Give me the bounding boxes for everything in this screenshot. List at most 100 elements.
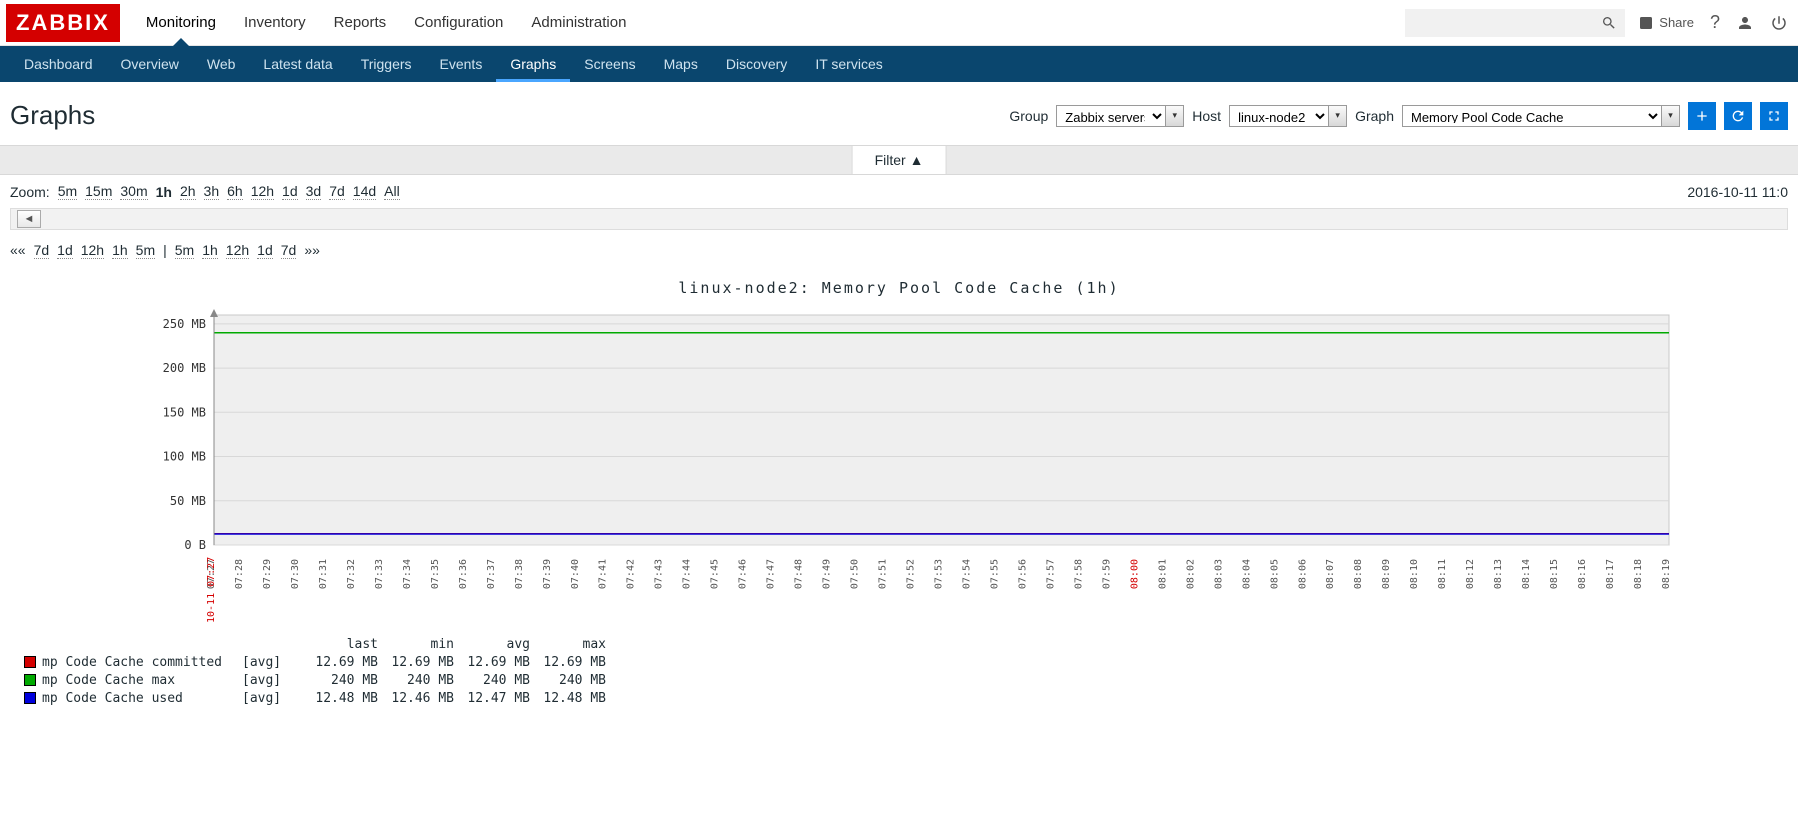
chart-svg: 0 B50 MB100 MB150 MB200 MB250 MB07:2707:… <box>119 305 1679 625</box>
user-icon[interactable] <box>1736 14 1754 32</box>
chart-legend: lastminavgmaxmp Code Cache committed[avg… <box>0 625 1798 717</box>
header-row: Graphs Group Zabbix servers ▾ Host linux… <box>0 82 1798 145</box>
topnav-configuration[interactable]: Configuration <box>400 0 517 45</box>
svg-text:07:52: 07:52 <box>906 559 917 589</box>
subnav-it-services[interactable]: IT services <box>801 46 896 82</box>
refresh-button[interactable] <box>1724 102 1752 130</box>
share-button[interactable]: Share <box>1637 14 1694 32</box>
search-input[interactable] <box>1405 9 1625 37</box>
zoom-1d[interactable]: 1d <box>282 183 298 200</box>
dropdown-arrow-icon[interactable]: ▾ <box>1166 105 1184 127</box>
power-icon[interactable] <box>1770 14 1788 32</box>
svg-text:08:16: 08:16 <box>1577 559 1588 589</box>
topnav-administration[interactable]: Administration <box>517 0 640 45</box>
shift-right-12h[interactable]: 12h <box>226 242 249 259</box>
svg-text:07:48: 07:48 <box>794 559 805 589</box>
graph-select[interactable]: Memory Pool Code Cache <box>1402 105 1662 127</box>
zoom-row: Zoom:5m15m30m1h2h3h6h12h1d3d7d14dAll 201… <box>0 175 1798 208</box>
zabbix-icon <box>1637 14 1655 32</box>
svg-text:07:36: 07:36 <box>458 559 469 589</box>
dropdown-arrow-icon[interactable]: ▾ <box>1329 105 1347 127</box>
subnav-dashboard[interactable]: Dashboard <box>10 46 107 82</box>
zoom-14d[interactable]: 14d <box>353 183 376 200</box>
subnav-latest-data[interactable]: Latest data <box>249 46 346 82</box>
svg-text:07:55: 07:55 <box>989 559 1000 589</box>
subnav-graphs[interactable]: Graphs <box>496 46 570 82</box>
fullscreen-button[interactable] <box>1760 102 1788 130</box>
subnav-events[interactable]: Events <box>426 46 497 82</box>
shift-row: ««7d1d12h1h5m|5m1h12h1d7d»» <box>0 236 1798 269</box>
subnav-triggers[interactable]: Triggers <box>347 46 426 82</box>
search-icon <box>1601 15 1617 31</box>
svg-text:07:39: 07:39 <box>542 559 553 589</box>
help-icon[interactable]: ? <box>1710 12 1720 33</box>
svg-text:250 MB: 250 MB <box>163 317 206 331</box>
zoom-5m[interactable]: 5m <box>58 183 77 200</box>
shift-left-5m[interactable]: 5m <box>136 242 155 259</box>
subnav-web[interactable]: Web <box>193 46 250 82</box>
time-scrollbar[interactable]: ◄ <box>10 208 1788 230</box>
zoom-12h[interactable]: 12h <box>251 183 274 200</box>
zoom-1h[interactable]: 1h <box>156 184 172 200</box>
logo[interactable]: ZABBIX <box>6 4 120 42</box>
chart-area: linux-node2: Memory Pool Code Cache (1h)… <box>0 269 1798 727</box>
svg-text:07:29: 07:29 <box>262 559 273 589</box>
zoom-7d[interactable]: 7d <box>329 183 345 200</box>
subnav-maps[interactable]: Maps <box>650 46 712 82</box>
top-icons: Share ? <box>1637 12 1788 33</box>
dropdown-arrow-icon[interactable]: ▾ <box>1662 105 1680 127</box>
shift-left-12h[interactable]: 12h <box>81 242 104 259</box>
legend-max: 12.69 MB <box>530 655 606 670</box>
shift-left-all[interactable]: «« <box>10 242 26 259</box>
shift-right-7d[interactable]: 7d <box>281 242 297 259</box>
svg-text:08:15: 08:15 <box>1549 559 1560 589</box>
topnav-monitoring[interactable]: Monitoring <box>132 0 230 45</box>
shift-right-5m[interactable]: 5m <box>175 242 194 259</box>
legend-name: mp Code Cache used <box>42 691 242 706</box>
svg-text:0 B: 0 B <box>184 538 206 552</box>
svg-text:07:46: 07:46 <box>738 559 749 589</box>
scroll-handle-left[interactable]: ◄ <box>17 210 41 228</box>
svg-text:08:18: 08:18 <box>1633 559 1644 589</box>
legend-row: mp Code Cache max[avg]240 MB240 MB240 MB… <box>24 671 1798 689</box>
legend-last: 240 MB <box>302 673 378 688</box>
zoom-15m[interactable]: 15m <box>85 183 112 200</box>
legend-agg: [avg] <box>242 691 302 706</box>
zoom-3d[interactable]: 3d <box>306 183 322 200</box>
legend-agg: [avg] <box>242 673 302 688</box>
svg-text:08:17: 08:17 <box>1605 559 1616 589</box>
host-select[interactable]: linux-node2 <box>1229 105 1329 127</box>
graph-label: Graph <box>1355 108 1394 124</box>
svg-text:08:00: 08:00 <box>1129 559 1140 589</box>
svg-text:07:40: 07:40 <box>570 559 581 589</box>
shift-left-1h[interactable]: 1h <box>112 242 128 259</box>
zoom-2h[interactable]: 2h <box>180 183 196 200</box>
zoom-6h[interactable]: 6h <box>227 183 243 200</box>
filter-bar: Filter ▲ <box>0 145 1798 175</box>
shift-left-1d[interactable]: 1d <box>57 242 73 259</box>
zoom-30m[interactable]: 30m <box>120 183 147 200</box>
topnav-reports[interactable]: Reports <box>320 0 401 45</box>
host-label: Host <box>1192 108 1221 124</box>
add-favorite-button[interactable] <box>1688 102 1716 130</box>
shift-right-1h[interactable]: 1h <box>202 242 218 259</box>
filter-toggle[interactable]: Filter ▲ <box>852 146 947 174</box>
zoom-All[interactable]: All <box>384 183 400 200</box>
svg-text:07:53: 07:53 <box>934 559 945 589</box>
svg-text:07:47: 07:47 <box>766 559 777 589</box>
subnav-discovery[interactable]: Discovery <box>712 46 801 82</box>
shift-left-7d[interactable]: 7d <box>34 242 50 259</box>
subnav-screens[interactable]: Screens <box>570 46 649 82</box>
svg-text:07:34: 07:34 <box>402 559 413 589</box>
svg-text:08:03: 08:03 <box>1213 559 1224 589</box>
svg-text:10-11 07:27: 10-11 07:27 <box>206 557 217 623</box>
svg-text:07:33: 07:33 <box>374 559 385 589</box>
group-select[interactable]: Zabbix servers <box>1056 105 1166 127</box>
shift-right-1d[interactable]: 1d <box>257 242 273 259</box>
svg-text:07:41: 07:41 <box>598 559 609 589</box>
legend-min: 12.46 MB <box>378 691 454 706</box>
subnav-overview[interactable]: Overview <box>107 46 193 82</box>
topnav-inventory[interactable]: Inventory <box>230 0 320 45</box>
zoom-3h[interactable]: 3h <box>204 183 220 200</box>
shift-right-all[interactable]: »» <box>304 242 320 259</box>
